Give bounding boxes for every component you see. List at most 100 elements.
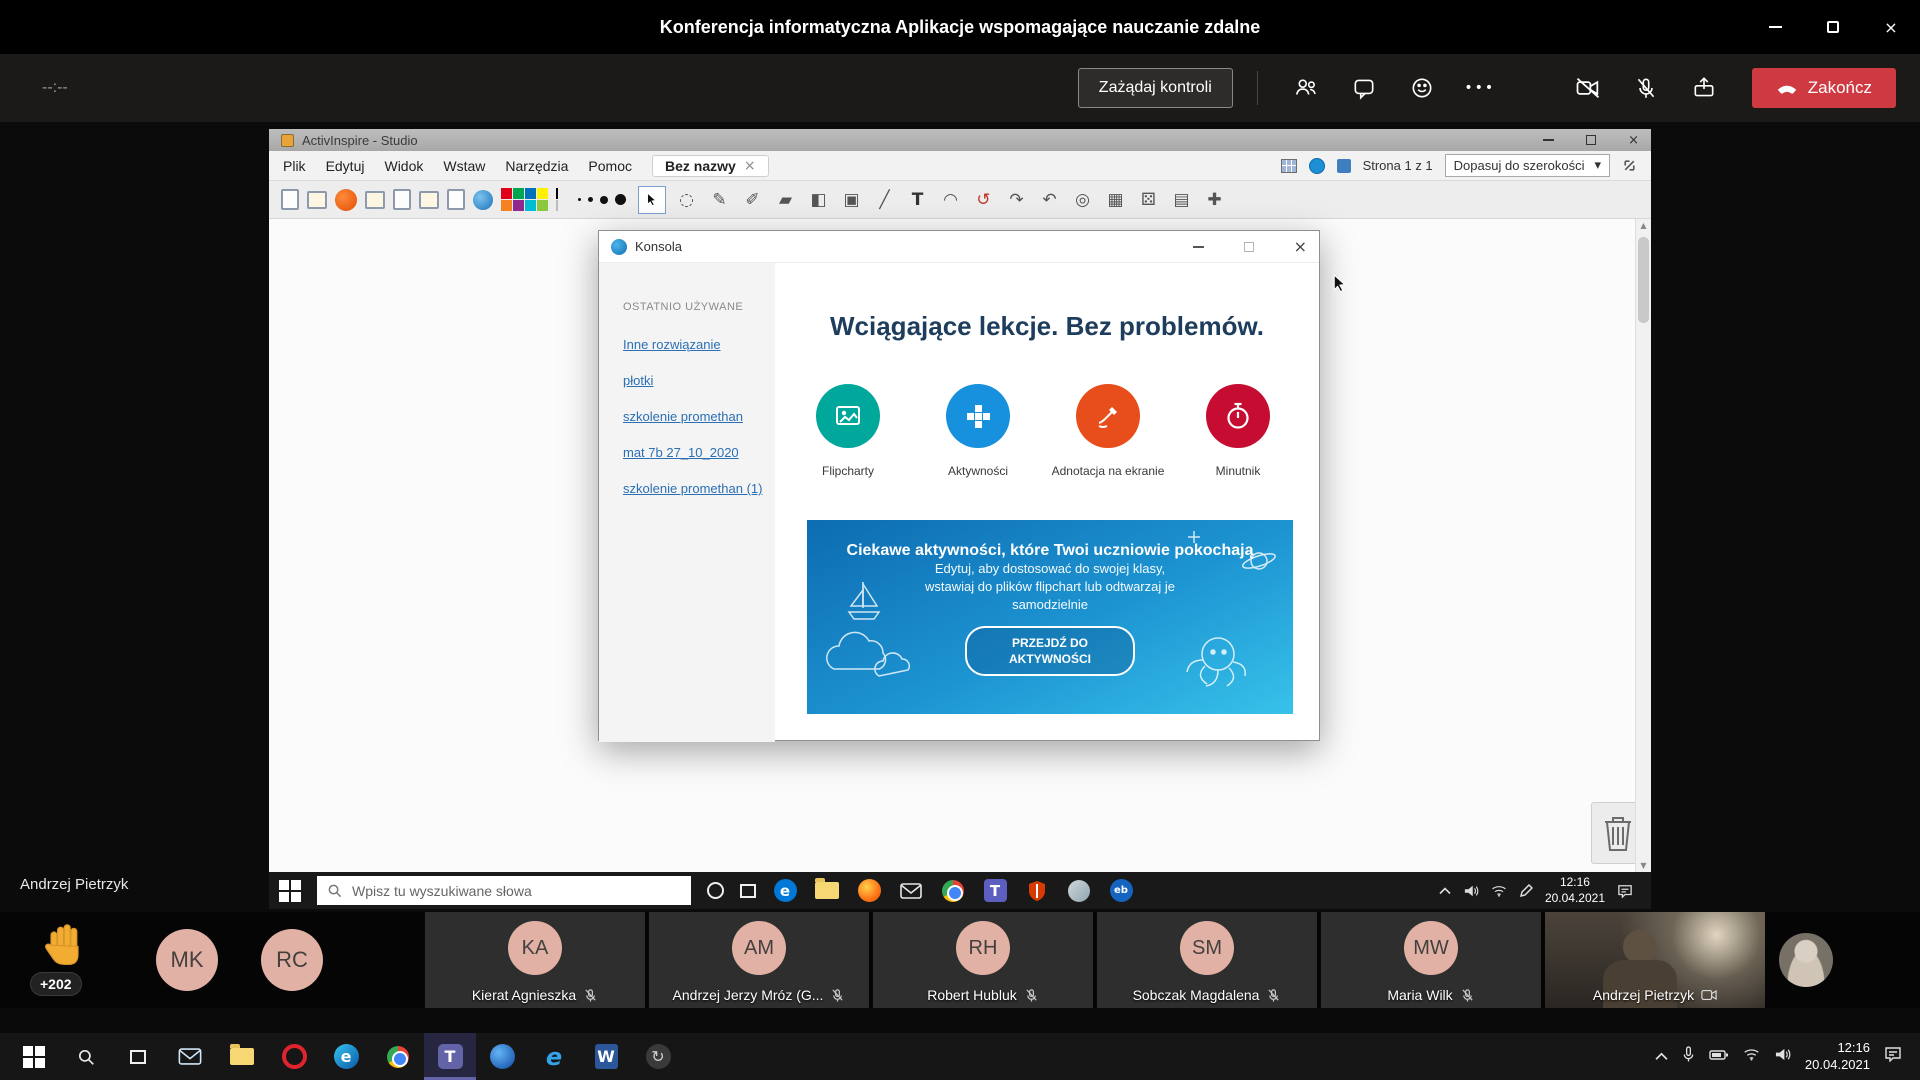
tray-network-icon[interactable]	[1743, 1047, 1760, 1066]
shapes-tool[interactable]: ▣	[839, 187, 864, 213]
cortana-button[interactable]	[707, 882, 724, 899]
desktop-annotate-icon[interactable]	[365, 191, 385, 209]
tray-chevron-up-icon[interactable]	[1655, 1048, 1668, 1066]
floating-avatar[interactable]: MK	[156, 929, 218, 991]
menu-widok[interactable]: Widok	[384, 158, 423, 174]
activinspire-home-icon[interactable]	[1309, 158, 1325, 174]
minimize-button[interactable]	[1746, 0, 1804, 54]
redo-button[interactable]: ↷	[1004, 187, 1029, 213]
menu-narzedzia[interactable]: Narzędzia	[505, 158, 568, 174]
highlighter-tool[interactable]: ✐	[740, 187, 765, 213]
konsola-titlebar[interactable]: Konsola ×	[599, 231, 1319, 263]
host-start-button[interactable]	[8, 1033, 60, 1080]
end-call-button[interactable]: Zakończ	[1752, 68, 1896, 108]
konsola-minimize-icon[interactable]	[1193, 246, 1204, 248]
feature-flipcharty[interactable]: Flipcharty	[783, 384, 913, 478]
menu-pomoc[interactable]: Pomoc	[588, 158, 632, 174]
print-icon[interactable]	[419, 191, 439, 209]
protractor-tool[interactable]: ◠	[938, 187, 963, 213]
participant-tile[interactable]: MW Maria Wilk	[1321, 912, 1541, 1008]
host-edge-icon[interactable]: e	[320, 1033, 372, 1080]
color-palette[interactable]	[501, 188, 548, 211]
tray-mic-icon[interactable]	[1682, 1046, 1695, 1068]
close-button[interactable]: ×	[1862, 0, 1920, 54]
feature-adnotacja[interactable]: Adnotacja na ekranie	[1043, 384, 1173, 478]
connector-tool[interactable]: ╱	[872, 187, 897, 213]
task-view-button[interactable]	[740, 884, 756, 898]
scroll-down-icon[interactable]: ▼	[1640, 861, 1646, 870]
konsola-maximize-icon[interactable]	[1244, 242, 1254, 252]
host-notification-center-icon[interactable]	[1884, 1046, 1902, 1067]
host-sync-icon[interactable]: ↻	[632, 1033, 684, 1080]
host-opera-icon[interactable]	[268, 1033, 320, 1080]
host-clock[interactable]: 12:16 20.04.2021	[1805, 1040, 1870, 1074]
edge-taskbar-icon[interactable]: e	[772, 878, 798, 904]
share-button[interactable]	[1680, 65, 1728, 111]
clear-tool[interactable]: ↺	[971, 187, 996, 213]
recent-link[interactable]: Inne rozwiązanie	[623, 337, 775, 352]
lasso-tool[interactable]: ◌	[674, 187, 699, 213]
network-wifi-icon[interactable]	[1491, 884, 1507, 897]
host-task-view-button[interactable]	[112, 1033, 164, 1080]
start-button[interactable]	[279, 880, 301, 902]
text-tool[interactable]: T	[905, 187, 930, 213]
paint-taskbar-icon[interactable]	[1066, 878, 1092, 904]
participant-photo-avatar[interactable]	[1779, 933, 1833, 987]
maximize-button[interactable]	[1804, 0, 1862, 54]
raised-hands-indicator[interactable]: +202	[42, 920, 112, 1000]
host-chrome-icon[interactable]	[372, 1033, 424, 1080]
request-control-button[interactable]: Zażądaj kontroli	[1078, 68, 1233, 108]
recent-link[interactable]: szkolenie promethan	[623, 409, 775, 424]
chat-button[interactable]	[1340, 65, 1388, 111]
participant-tile[interactable]: SM Sobczak Magdalena	[1097, 912, 1317, 1008]
select-tool[interactable]	[638, 186, 666, 214]
floating-avatar[interactable]: RC	[261, 929, 323, 991]
participants-button[interactable]	[1282, 65, 1330, 111]
layout-icon[interactable]	[1337, 159, 1351, 173]
menu-wstaw[interactable]: Wstaw	[443, 158, 485, 174]
flipchart-tab[interactable]: Bez nazwy ×	[652, 155, 769, 177]
color-swatch[interactable]	[556, 188, 558, 211]
recent-link[interactable]: mat 7b 27_10_2020	[623, 445, 775, 460]
participant-tile[interactable]: KA Kierat Agnieszka	[425, 912, 645, 1008]
open-flipchart-icon[interactable]	[307, 191, 327, 209]
app-minimize-icon[interactable]	[1543, 139, 1554, 141]
menu-edytuj[interactable]: Edytuj	[326, 158, 365, 174]
more-options-button[interactable]: •••	[1456, 65, 1504, 111]
pen-tray-icon[interactable]	[1519, 884, 1533, 898]
pen-tool[interactable]: ✎	[707, 187, 732, 213]
feature-aktywnosci[interactable]: Aktywności	[913, 384, 1043, 478]
notes-tool[interactable]: ▤	[1169, 187, 1194, 213]
tray-volume-icon[interactable]	[1774, 1047, 1791, 1067]
fullscreen-toggle-icon[interactable]	[1622, 158, 1637, 173]
page-browser-icon[interactable]	[1281, 159, 1297, 173]
shared-screen[interactable]: ActivInspire - Studio × Plik Edytuj Wido…	[269, 129, 1651, 909]
firefox-taskbar-icon[interactable]	[856, 878, 882, 904]
save-icon[interactable]	[447, 189, 465, 210]
notification-center-icon[interactable]	[1617, 884, 1633, 898]
feature-minutnik[interactable]: Minutnik	[1173, 384, 1303, 478]
fill-tool[interactable]: ◧	[806, 187, 831, 213]
host-mail-icon[interactable]	[164, 1033, 216, 1080]
eraser-tool[interactable]: ▰	[773, 187, 798, 213]
grid-tool[interactable]: ⚄	[1136, 187, 1161, 213]
camera-tool[interactable]: ▦	[1103, 187, 1128, 213]
shared-clock[interactable]: 12:16 20.04.2021	[1545, 875, 1605, 906]
activinspire-menu-icon[interactable]	[335, 189, 357, 211]
line-width-dots[interactable]	[578, 194, 626, 205]
reactions-button[interactable]	[1398, 65, 1446, 111]
mail-taskbar-icon[interactable]	[898, 878, 924, 904]
camera-toggle-button[interactable]	[1564, 65, 1612, 111]
file-explorer-taskbar-icon[interactable]	[814, 878, 840, 904]
app-close-icon[interactable]: ×	[1628, 133, 1639, 148]
host-ie-icon[interactable]: e	[528, 1033, 580, 1080]
web-browser-icon[interactable]	[473, 190, 493, 210]
scroll-up-icon[interactable]: ▲	[1640, 221, 1646, 230]
app-maximize-icon[interactable]	[1586, 135, 1596, 145]
host-explorer-icon[interactable]	[216, 1033, 268, 1080]
presenter-video-tile[interactable]: Andrzej Pietrzyk	[1545, 912, 1765, 1008]
host-search-button[interactable]	[60, 1033, 112, 1080]
zoom-tool[interactable]: ◎	[1070, 187, 1095, 213]
menu-plik[interactable]: Plik	[283, 158, 306, 174]
undo-button[interactable]: ↶	[1037, 187, 1062, 213]
